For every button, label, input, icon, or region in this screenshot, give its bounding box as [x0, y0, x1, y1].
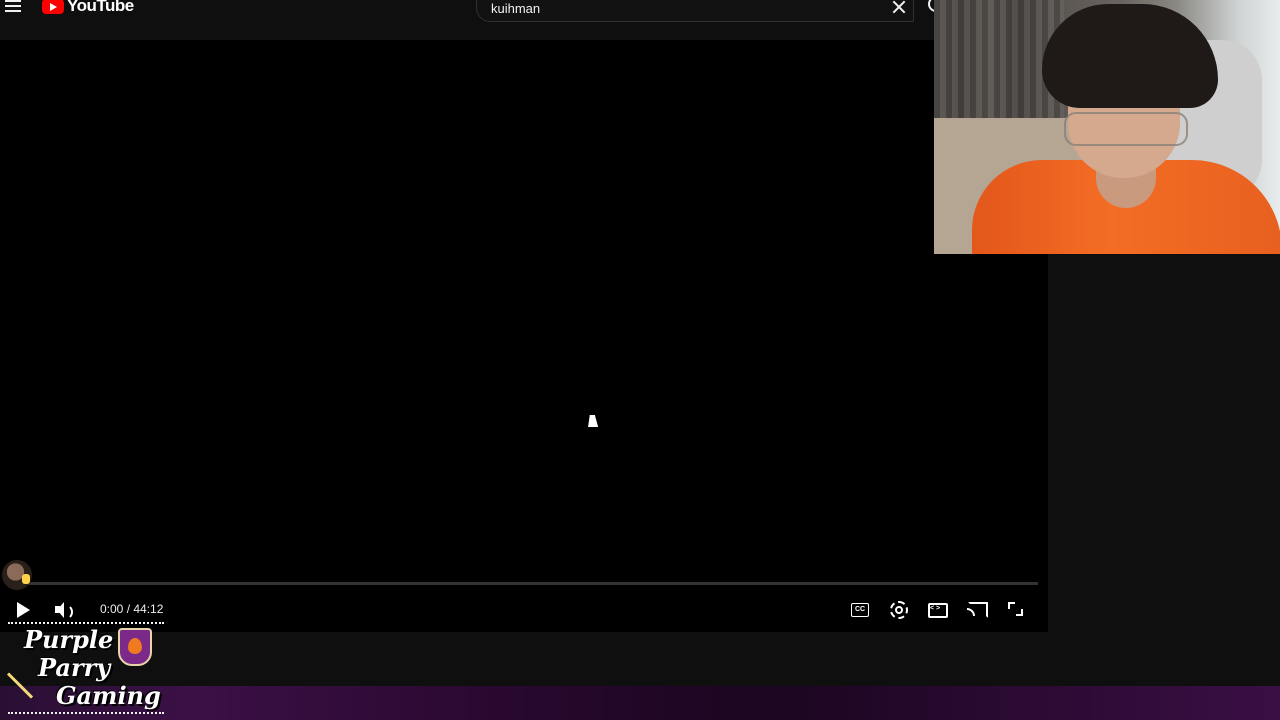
- brand-text-line-3: Gaming: [56, 681, 161, 710]
- webcam-overlay: [934, 0, 1280, 254]
- cast-icon[interactable]: [965, 598, 989, 622]
- close-icon[interactable]: [890, 0, 908, 16]
- mouse-cursor-icon: [588, 415, 600, 427]
- youtube-play-logo-icon: [42, 0, 64, 14]
- theater-icon[interactable]: [926, 598, 950, 622]
- captions-icon[interactable]: [848, 598, 872, 622]
- streamer-glasses: [1064, 112, 1188, 146]
- brand-text-line-2: Parry: [38, 653, 111, 682]
- video-player[interactable]: 0:00 / 44:12: [0, 40, 1048, 632]
- logo-text: YouTube: [67, 0, 134, 15]
- fullscreen-icon[interactable]: [1004, 598, 1028, 622]
- streamer-hair: [1042, 4, 1218, 108]
- youtube-logo[interactable]: YouTube: [42, 0, 134, 18]
- menu-icon[interactable]: [4, 0, 22, 20]
- sword-icon: [6, 672, 34, 699]
- purple-background-strip: [0, 686, 1280, 720]
- shield-crest-icon: [118, 628, 152, 666]
- search-input[interactable]: [489, 0, 873, 19]
- gear-icon[interactable]: [887, 598, 911, 622]
- brand-text-line-1: Purple: [24, 625, 114, 654]
- channel-brand-overlay: Purple Parry Gaming: [2, 560, 168, 718]
- brand-logo: Purple Parry Gaming: [6, 622, 164, 714]
- search-box: [476, 0, 914, 22]
- avatar-badge: [22, 574, 30, 584]
